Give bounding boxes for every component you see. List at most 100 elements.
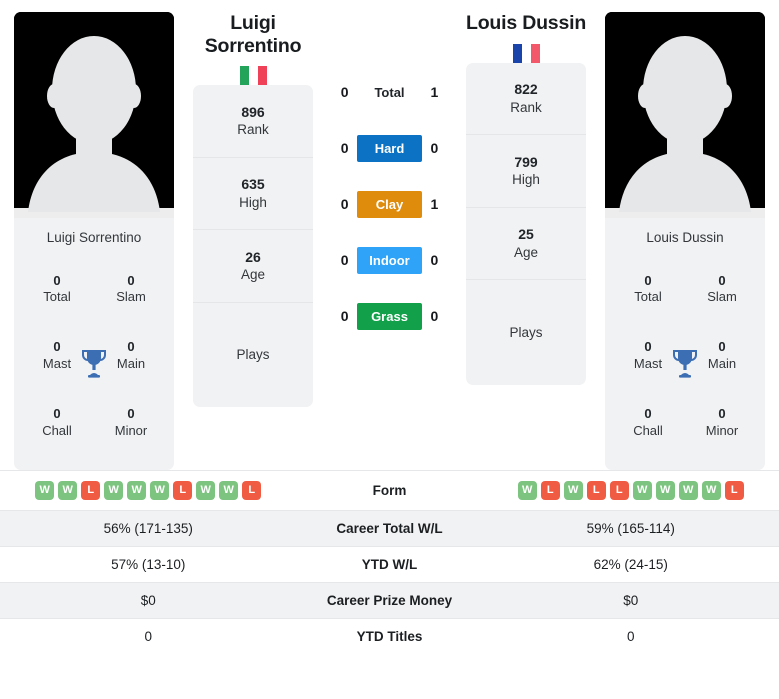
left-titles-minor: 0 Minor: [94, 406, 168, 439]
surface-badge-indoor[interactable]: Indoor: [357, 246, 422, 274]
right-age: 25 Age: [466, 208, 586, 281]
left-player-info: Luigi Sorrentino 896 Rank 635 High 26 Ag…: [193, 12, 313, 408]
right-ytd-titles: 0: [626, 629, 635, 644]
label: Minor: [705, 422, 739, 438]
value: 799: [514, 153, 538, 170]
trophy-icon: [81, 348, 107, 378]
value: 0: [127, 406, 135, 422]
right-titles-total: 0 Total: [611, 273, 685, 306]
right-player-photo: [605, 12, 765, 218]
left-rank-card: 896 Rank 635 High 26 Age Plays: [193, 85, 313, 408]
left-player-photo: [14, 12, 174, 218]
table-row-form: WWLWWWLWWL Form WLWLLWWWWL: [0, 470, 779, 511]
table-row-ytd-titles: 0 YTD Titles 0: [0, 618, 779, 655]
value: 0: [718, 406, 726, 422]
value: 0: [644, 272, 652, 288]
left-high-rank: 635 High: [193, 158, 313, 231]
value: 0: [127, 272, 135, 288]
label: Total: [43, 289, 71, 305]
left-player-name: Luigi Sorrentino: [204, 12, 302, 57]
right-career-wl: 59% (165-114): [586, 521, 675, 536]
value: 0: [53, 406, 61, 422]
left-titles-slam: 0 Slam: [94, 273, 168, 306]
left-age: 26 Age: [193, 230, 313, 303]
label: Rank: [237, 122, 269, 138]
right-form-badge-loss: L: [724, 481, 744, 500]
surface-badge-hard[interactable]: Hard: [357, 134, 422, 162]
right-form-badge-win: W: [632, 481, 652, 500]
right-form-badges: WLWLLWWWWL: [487, 481, 776, 500]
right-form-badge-win: W: [563, 481, 583, 500]
label: Slam: [116, 289, 146, 305]
right-player-name-label: Louis Dussin: [646, 230, 724, 245]
right-form-badge-loss: L: [540, 481, 560, 500]
left-form-badge-win: W: [219, 481, 239, 500]
right-plays: Plays: [466, 280, 586, 384]
h2h-row-clay: 0 Clay 1: [332, 176, 447, 232]
label: Age: [513, 244, 539, 260]
h2h-right-score: 0: [430, 308, 439, 324]
surface-badge-grass[interactable]: Grass: [357, 302, 422, 330]
right-form-badge-win: W: [678, 481, 698, 500]
france-flag-icon: [512, 43, 540, 63]
left-plays: Plays: [193, 303, 313, 407]
value: 0: [644, 406, 652, 422]
right-player-card: Louis Dussin 0 Total 0 Slam 0 Mast 0 Mai…: [605, 12, 765, 470]
right-form-badge-loss: L: [586, 481, 606, 500]
right-career-prize: $0: [623, 593, 639, 608]
left-ytd-wl: 57% (13-10): [111, 557, 186, 572]
trophy-icon: [672, 348, 698, 378]
surface-badge-clay[interactable]: Clay: [357, 190, 422, 218]
row-label-career-wl: Career Total W/L: [336, 521, 443, 536]
h2h-row-grass: 0 Grass 0: [332, 288, 447, 344]
label: Chall: [42, 422, 72, 438]
player-stats-table: WWLWWWLWWL Form WLWLLWWWWL 56% (171-135)…: [0, 470, 779, 654]
right-ytd-wl: 62% (24-15): [593, 557, 668, 572]
left-titles-chall: 0 Chall: [20, 406, 94, 439]
left-form-badge-win: W: [196, 481, 216, 500]
value: 26: [245, 248, 261, 265]
row-label-career-prize: Career Prize Money: [326, 593, 453, 608]
h2h-row-hard: 0 Hard 0: [332, 120, 447, 176]
left-form-badge-win: W: [127, 481, 147, 500]
value: 0: [718, 272, 726, 288]
value: 822: [514, 81, 538, 98]
label: Rank: [510, 99, 542, 115]
right-titles-minor: 0 Minor: [685, 406, 759, 439]
h2h-left-score: 0: [340, 308, 349, 324]
table-row-career-wl: 56% (171-135) Career Total W/L 59% (165-…: [0, 510, 779, 547]
table-row-ytd-wl: 57% (13-10) YTD W/L 62% (24-15): [0, 546, 779, 583]
label: Minor: [114, 422, 148, 438]
left-form-badge-loss: L: [81, 481, 101, 500]
left-player-card: Luigi Sorrentino 0 Total 0 Slam 0 Mast 0…: [14, 12, 174, 470]
h2h-left-score: 0: [340, 252, 349, 268]
left-form-badges: WWLWWWLWWL: [4, 481, 293, 500]
row-label-ytd-titles: YTD Titles: [356, 629, 423, 644]
left-career-prize: $0: [140, 593, 156, 608]
label: Age: [240, 267, 266, 283]
left-form-badge-win: W: [58, 481, 78, 500]
right-rank-card: 822 Rank 799 High 25 Age Plays: [466, 62, 586, 385]
label: Chall: [633, 422, 663, 438]
left-form-badge-win: W: [150, 481, 170, 500]
row-label-form: Form: [372, 483, 407, 498]
player-comparison-header: Luigi Sorrentino 0 Total 0 Slam 0 Mast 0…: [0, 0, 779, 470]
label: Plays: [236, 347, 270, 363]
right-rank: 822 Rank: [466, 63, 586, 136]
right-form-badge-win: W: [655, 481, 675, 500]
left-form-badge-loss: L: [242, 481, 262, 500]
h2h-right-score: 0: [430, 140, 439, 156]
label: Total: [634, 289, 662, 305]
h2h-left-score: 0: [340, 196, 349, 212]
value: 635: [241, 176, 265, 193]
label: Slam: [707, 289, 737, 305]
left-career-wl: 56% (171-135): [103, 521, 193, 536]
label: High: [512, 172, 540, 188]
italy-flag-icon: [239, 66, 267, 86]
left-ytd-titles: 0: [144, 629, 152, 644]
right-titles-chall: 0 Chall: [611, 406, 685, 439]
right-high-rank: 799 High: [466, 135, 586, 208]
h2h-right-score: 0: [430, 252, 439, 268]
right-form-badge-win: W: [701, 481, 721, 500]
h2h-left-score: 0: [340, 84, 349, 100]
